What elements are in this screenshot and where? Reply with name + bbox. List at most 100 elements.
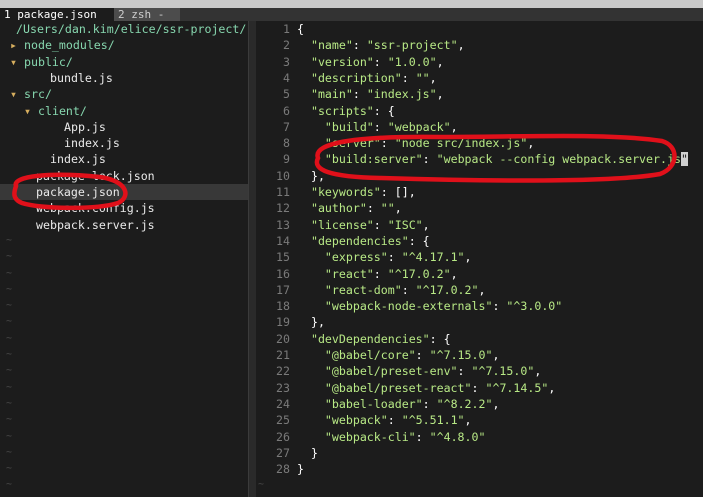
code-token: : <box>373 119 388 134</box>
code-token: , <box>422 217 430 232</box>
tab-package-json[interactable]: 1 package.json <box>0 8 114 21</box>
code-text: { <box>290 22 304 36</box>
empty-line-tilde: ~ <box>6 446 13 458</box>
code-token: : <box>422 396 437 411</box>
code-editor[interactable]: 1{2 "name": "ssr-project", 3 "version": "… <box>256 21 703 497</box>
empty-line-tilde: ~ <box>6 479 13 491</box>
code-token: : <box>387 250 402 265</box>
code-token: "react-dom" <box>324 282 402 297</box>
code-token: { <box>297 22 304 36</box>
code-line[interactable]: 15 "express": "^4.17.1", <box>256 249 472 265</box>
chevron-down-icon[interactable]: ▾ <box>24 103 31 119</box>
code-text: } <box>290 462 304 476</box>
code-token: "@babel/preset-env" <box>324 364 458 379</box>
code-line[interactable]: 17 "react-dom": "^17.0.2", <box>256 282 485 298</box>
chevron-down-icon[interactable]: ▾ <box>10 54 17 70</box>
tree-file[interactable]: package.json <box>0 184 248 201</box>
code-line[interactable]: 13 "license": "ISC", <box>256 217 430 233</box>
code-line[interactable]: 5 "main": "index.js", <box>256 86 444 102</box>
line-number: 18 <box>276 299 290 314</box>
split-divider[interactable] <box>248 21 256 497</box>
code-token: : <box>415 429 430 444</box>
code-line[interactable]: 9 "build:server": "webpack --config webp… <box>256 151 688 167</box>
code-line[interactable]: 2 "name": "ssr-project", <box>256 37 465 53</box>
line-number: 26 <box>276 429 290 444</box>
tree-item-label: index.js <box>64 136 120 151</box>
code-token: , <box>429 70 437 85</box>
line-number: 23 <box>276 380 290 395</box>
code-line[interactable]: 10 }, <box>256 168 325 184</box>
code-token: : <box>401 282 416 297</box>
code-line[interactable]: 23 "@babel/preset-react": "^7.14.5", <box>256 380 555 396</box>
chevron-down-icon[interactable]: ▾ <box>10 86 17 102</box>
code-text: "dependencies": { <box>290 234 430 248</box>
line-number: 13 <box>276 217 290 232</box>
code-text: "babel-loader": "^8.2.2", <box>290 396 500 411</box>
code-token: "keywords" <box>310 185 381 199</box>
code-line[interactable]: 3 "version": "1.0.0", <box>256 54 444 70</box>
code-line[interactable]: 14 "dependencies": { <box>256 233 430 249</box>
empty-line-tilde: ~ <box>6 414 13 426</box>
line-number: 4 <box>283 70 290 85</box>
code-line[interactable]: 28} <box>256 461 304 477</box>
code-token: , <box>457 38 465 53</box>
code-line[interactable]: 19 }, <box>256 314 325 330</box>
code-text: "devDependencies": { <box>290 332 451 346</box>
code-line[interactable]: 4 "description": "", <box>256 70 437 86</box>
code-token: "ssr-project" <box>366 38 458 53</box>
line-number: 12 <box>276 201 290 216</box>
code-line[interactable]: 11 "keywords": [], <box>256 184 416 200</box>
tree-item-label: public/ <box>24 54 73 69</box>
empty-line-tilde: ~ <box>6 332 13 344</box>
code-line[interactable]: 25 "webpack": "^5.51.1", <box>256 412 472 428</box>
code-token: "name" <box>310 38 353 53</box>
code-token: : { <box>429 331 451 346</box>
code-line[interactable]: 27 } <box>256 445 318 461</box>
code-line[interactable]: 24 "babel-loader": "^8.2.2", <box>256 396 499 412</box>
code-text: "scripts": { <box>290 104 395 118</box>
tree-root-path[interactable]: /Users/dan.kim/elice/ssr-project/ <box>16 21 246 37</box>
tree-item-label: bundle.js <box>50 70 113 85</box>
code-token: "description" <box>310 70 402 85</box>
code-token: }, <box>297 168 325 183</box>
code-line[interactable]: 16 "react": "^17.0.2", <box>256 266 458 282</box>
code-token: "main" <box>310 87 353 102</box>
code-token: "build:server" <box>324 152 423 167</box>
code-line[interactable]: 6 "scripts": { <box>256 103 395 119</box>
code-token: "^7.14.5" <box>485 380 549 395</box>
code-token: "babel-loader" <box>324 396 423 411</box>
code-token: , <box>464 413 472 428</box>
code-line[interactable]: 20 "devDependencies": { <box>256 331 451 347</box>
code-text: "@babel/preset-react": "^7.14.5", <box>290 381 555 395</box>
text-cursor: " <box>680 152 688 167</box>
empty-line-tilde: ~ <box>6 316 13 328</box>
code-line[interactable]: 12 "author": "", <box>256 200 402 216</box>
code-token: : { <box>408 233 430 248</box>
empty-line-tilde: ~ <box>6 267 13 279</box>
empty-line-tilde: ~ <box>6 365 13 377</box>
tab-zsh[interactable]: 2 zsh - <box>114 8 180 21</box>
code-line[interactable]: 8 "server": "node src/index.js", <box>256 135 534 151</box>
empty-line-tilde: ~ <box>258 479 265 491</box>
code-line[interactable]: 18 "webpack-node-externals": "^3.0.0" <box>256 298 562 314</box>
code-line[interactable]: 22 "@babel/preset-env": "^7.15.0", <box>256 363 541 379</box>
tree-item-label: package-lock.json <box>36 168 155 183</box>
empty-line-tilde: ~ <box>6 234 13 246</box>
code-text: "webpack-node-externals": "^3.0.0" <box>290 299 562 313</box>
code-token: : <box>352 38 367 53</box>
code-line[interactable]: 26 "webpack-cli": "^4.8.0" <box>256 429 485 445</box>
code-token: "^17.0.2" <box>415 282 479 297</box>
code-line[interactable]: 21 "@babel/core": "^7.15.0", <box>256 347 499 363</box>
empty-line-tilde: ~ <box>6 430 13 442</box>
code-text: "build:server": "webpack --config webpac… <box>290 152 688 167</box>
chevron-right-icon[interactable]: ▸ <box>10 37 17 53</box>
code-line[interactable]: 7 "build": "webpack", <box>256 119 458 135</box>
line-number: 10 <box>276 168 290 183</box>
code-line[interactable]: 1{ <box>256 21 304 37</box>
line-number: 6 <box>283 103 290 118</box>
line-number: 24 <box>276 396 290 411</box>
